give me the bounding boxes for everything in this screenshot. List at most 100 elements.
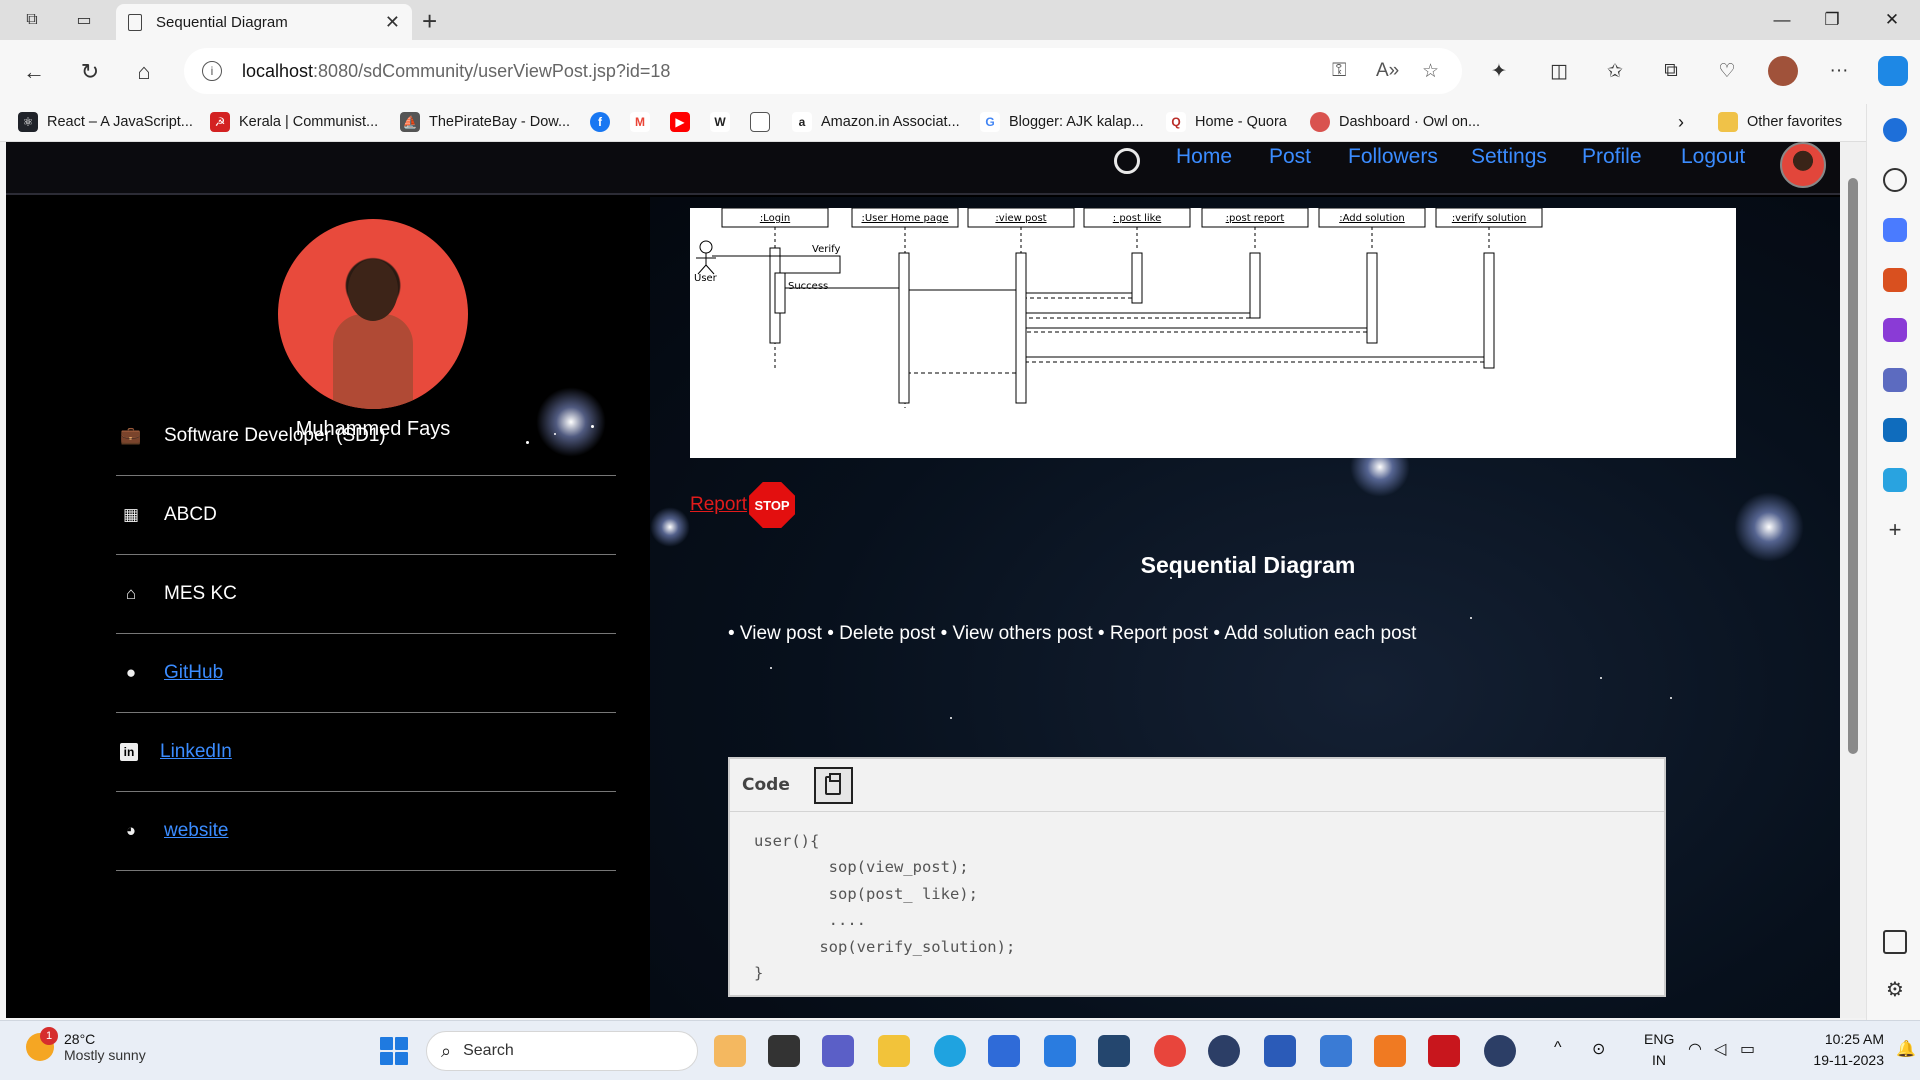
- nav-profile[interactable]: Profile: [1582, 145, 1642, 169]
- wifi-icon[interactable]: ◠: [1688, 1039, 1702, 1059]
- notification-bell-icon[interactable]: [1883, 118, 1907, 142]
- favorite-star-icon[interactable]: ☆: [1422, 60, 1439, 83]
- language-top[interactable]: ENG: [1644, 1031, 1674, 1047]
- report-label[interactable]: Report: [690, 494, 747, 516]
- network-status-icon[interactable]: ⊙: [1592, 1039, 1605, 1059]
- start-button[interactable]: [380, 1037, 408, 1065]
- profile-avatar[interactable]: [1768, 56, 1798, 86]
- linkedin-link[interactable]: LinkedIn: [160, 741, 232, 763]
- more-icon[interactable]: ···: [1824, 56, 1854, 86]
- browser-essentials-icon[interactable]: ♡: [1712, 56, 1742, 86]
- teams-icon[interactable]: [822, 1035, 854, 1067]
- vscode-icon[interactable]: [1044, 1035, 1076, 1067]
- minimize-icon[interactable]: —: [1762, 6, 1802, 34]
- browser-tab[interactable]: Sequential Diagram ✕: [116, 4, 412, 40]
- chrome-icon[interactable]: [1154, 1035, 1186, 1067]
- home-icon[interactable]: ⌂: [130, 58, 158, 86]
- tools-briefcase-icon[interactable]: [1883, 268, 1907, 292]
- star: [770, 667, 772, 669]
- clock-time[interactable]: 10:25 AM: [1798, 1031, 1884, 1047]
- clock-date[interactable]: 19-11-2023: [1784, 1052, 1884, 1068]
- notepad-icon[interactable]: [1320, 1035, 1352, 1067]
- read-aloud-icon[interactable]: A»: [1376, 60, 1399, 82]
- shopping-tag-icon[interactable]: [1883, 218, 1907, 242]
- nav-home[interactable]: Home: [1176, 145, 1232, 169]
- bookmark-quora[interactable]: Q Home - Quora: [1166, 112, 1287, 132]
- bookmarks-overflow-icon[interactable]: ›: [1678, 112, 1684, 133]
- weather-widget[interactable]: 1 28°C Mostly sunny: [26, 1027, 146, 1063]
- add-sidebar-app-icon[interactable]: +: [1883, 518, 1907, 542]
- scrollbar-thumb[interactable]: [1848, 178, 1858, 754]
- nav-avatar[interactable]: [1780, 142, 1826, 188]
- chevron-up-icon[interactable]: ^: [1554, 1039, 1562, 1057]
- sidebar-search-icon[interactable]: [1883, 168, 1907, 192]
- acrobat-icon[interactable]: [1428, 1035, 1460, 1067]
- nav-followers[interactable]: Followers: [1348, 145, 1438, 169]
- tab-actions-icon[interactable]: ▭: [72, 8, 96, 32]
- bookmark-piratebay[interactable]: ⛵ ThePirateBay - Dow...: [400, 112, 570, 132]
- battery-icon[interactable]: ▭: [1740, 1039, 1755, 1059]
- bookmark-gmail[interactable]: M: [630, 112, 659, 132]
- eclipse-icon[interactable]: [1208, 1035, 1240, 1067]
- bookmark-blogger[interactable]: G Blogger: AJK kalap...: [980, 112, 1144, 132]
- stop-sign-icon[interactable]: STOP: [749, 482, 796, 528]
- edge-icon[interactable]: [934, 1035, 966, 1067]
- bookmark-wikipedia[interactable]: W: [710, 112, 739, 132]
- refresh-icon[interactable]: ↻: [76, 58, 104, 86]
- taskbar-search[interactable]: ⌕ Search: [426, 1031, 698, 1071]
- bookmark-react[interactable]: ⚛ React – A JavaScript...: [18, 112, 193, 132]
- app-orange-icon[interactable]: [1374, 1035, 1406, 1067]
- github-link[interactable]: GitHub: [164, 662, 223, 684]
- bookmark-facebook[interactable]: f: [590, 112, 619, 132]
- post-description: • View post • Delete post • View others …: [728, 623, 1417, 644]
- weather-temp: 28°C: [64, 1031, 96, 1047]
- site-info-icon[interactable]: i: [202, 61, 222, 81]
- notification-icon[interactable]: 🔔: [1896, 1039, 1916, 1059]
- site-logo-icon[interactable]: [1114, 148, 1140, 174]
- m365-icon[interactable]: [1883, 368, 1907, 392]
- website-link[interactable]: website: [164, 820, 228, 842]
- other-favorites[interactable]: Other favorites: [1718, 112, 1842, 132]
- copy-code-button[interactable]: [813, 766, 853, 804]
- address-bar[interactable]: i localhost:8080/sdCommunity/userViewPos…: [184, 48, 1462, 94]
- volume-icon[interactable]: ◁: [1714, 1039, 1726, 1059]
- new-tab-icon[interactable]: +: [422, 6, 437, 37]
- restore-icon[interactable]: ❐: [1812, 6, 1852, 34]
- lifeline-label: :post report: [1226, 213, 1285, 224]
- collections-icon[interactable]: ⧉: [1656, 56, 1686, 86]
- sidebar-settings-icon[interactable]: ⚙: [1883, 978, 1907, 1002]
- edge-sidebar: + ⚙: [1866, 104, 1920, 1020]
- key-icon[interactable]: ⚿: [1332, 60, 1346, 82]
- snipping-icon[interactable]: [1098, 1035, 1130, 1067]
- sidebar-toggle-icon[interactable]: [1883, 930, 1907, 954]
- task-view-icon[interactable]: [768, 1035, 800, 1067]
- copilot-pre-icon[interactable]: [714, 1035, 746, 1067]
- bookmark-kerala[interactable]: ☭ Kerala | Communist...: [210, 112, 378, 132]
- games-icon[interactable]: [1883, 318, 1907, 342]
- split-screen-icon[interactable]: ◫: [1544, 56, 1574, 86]
- favorites-icon[interactable]: ✩: [1600, 56, 1630, 86]
- bookmark-youtube[interactable]: ▶: [670, 112, 699, 132]
- report-link[interactable]: Report STOP: [690, 482, 796, 528]
- language-bottom[interactable]: IN: [1652, 1052, 1666, 1068]
- nav-settings[interactable]: Settings: [1471, 145, 1547, 169]
- workspaces-icon[interactable]: ⧉: [20, 8, 44, 32]
- bookmark-page[interactable]: [750, 112, 779, 132]
- extensions-icon[interactable]: ✦: [1484, 56, 1514, 86]
- back-icon[interactable]: ←: [20, 58, 48, 86]
- nav-logout[interactable]: Logout: [1681, 145, 1745, 169]
- info-linkedin: in LinkedIn: [116, 713, 616, 792]
- eclipse-2-icon[interactable]: [1484, 1035, 1516, 1067]
- nav-post[interactable]: Post: [1269, 145, 1311, 169]
- copilot-icon[interactable]: [1878, 56, 1908, 86]
- bookmark-amazon[interactable]: a Amazon.in Associat...: [792, 112, 960, 132]
- store-icon[interactable]: [988, 1035, 1020, 1067]
- page-scrollbar[interactable]: [1840, 142, 1866, 1018]
- send-icon[interactable]: [1883, 468, 1907, 492]
- word-icon[interactable]: [1264, 1035, 1296, 1067]
- outlook-icon[interactable]: [1883, 418, 1907, 442]
- bookmark-dashboard[interactable]: Dashboard · Owl on...: [1310, 112, 1480, 132]
- file-explorer-icon[interactable]: [878, 1035, 910, 1067]
- close-tab-icon[interactable]: ✕: [385, 12, 400, 33]
- close-window-icon[interactable]: ✕: [1872, 6, 1912, 34]
